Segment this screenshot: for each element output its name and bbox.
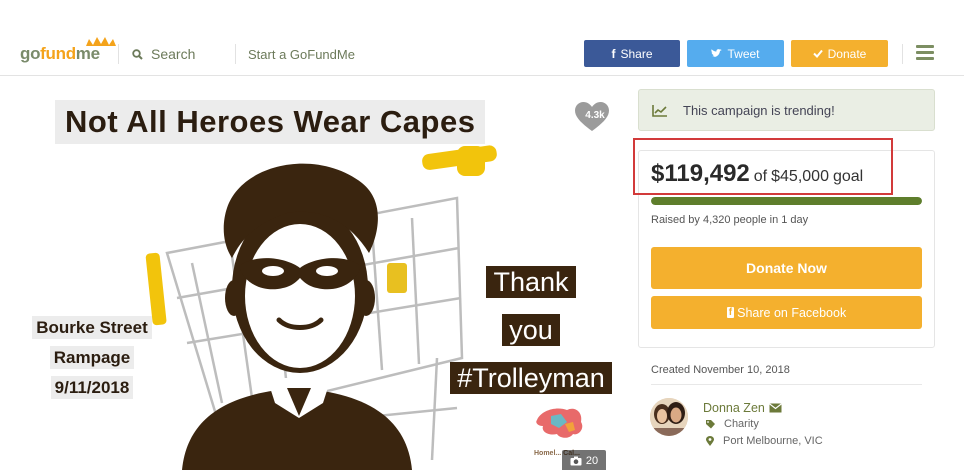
campaign-image[interactable]: Not All Heroes Wear Capes 4.3k Bourke St…	[17, 88, 625, 470]
start-gofundme-link[interactable]: Start a GoFundMe	[248, 47, 355, 62]
facebook-icon: f	[611, 46, 616, 61]
organizer-name: Donna Zen	[703, 401, 765, 415]
organizer-name-link[interactable]: Donna Zen	[703, 401, 782, 415]
thank-line: #Trolleyman	[450, 362, 612, 394]
header-divider	[235, 44, 236, 64]
twitter-icon	[711, 49, 723, 57]
bourke-street-caption: Bourke Street Rampage 9/11/2018	[27, 313, 157, 403]
header-divider	[902, 44, 903, 64]
highlight-box	[633, 138, 893, 195]
category-row[interactable]: Charity	[706, 418, 759, 430]
top-navigation-bar: gofundme Search Start a GoFundMe f Share…	[0, 30, 964, 76]
camera-icon	[570, 456, 582, 466]
caption-line: 9/11/2018	[50, 376, 134, 399]
location-row: Port Melbourne, VIC	[706, 435, 823, 447]
donate-header-button[interactable]: Donate	[791, 40, 888, 67]
location-pin-icon	[706, 436, 714, 446]
trending-chart-icon	[652, 104, 667, 117]
tweet-button[interactable]: Tweet	[687, 40, 784, 67]
progress-bar-fill	[651, 197, 922, 205]
raised-by-text: Raised by 4,320 people in 1 day	[651, 214, 809, 226]
thank-you-caption: Thank you #Trolleyman	[431, 258, 625, 402]
photo-count: 20	[585, 455, 599, 467]
hamburger-menu-icon[interactable]	[916, 45, 934, 63]
share-on-facebook-label: Share on Facebook	[737, 305, 847, 320]
tweet-label: Tweet	[727, 46, 760, 61]
logo-go: go	[20, 44, 41, 63]
header-divider	[118, 44, 119, 64]
location-label: Port Melbourne, VIC	[723, 435, 823, 447]
check-icon	[812, 49, 823, 58]
search-label: Search	[151, 46, 196, 62]
charity-logo	[536, 408, 583, 438]
avatar-photo	[650, 398, 688, 436]
heart-count: 4.3k	[585, 110, 605, 121]
email-icon[interactable]	[768, 403, 782, 413]
sidebar-divider	[651, 384, 922, 385]
search-link[interactable]: Search	[132, 46, 195, 62]
campaign-image-title: Not All Heroes Wear Capes	[55, 100, 486, 144]
thank-line: you	[502, 314, 560, 346]
caption-line: Rampage	[49, 346, 135, 369]
share-on-facebook-button[interactable]: f Share on Facebook	[651, 296, 922, 329]
trending-banner: This campaign is trending!	[638, 89, 935, 131]
organizer-avatar[interactable]	[650, 398, 688, 436]
search-icon	[132, 48, 143, 60]
tag-icon	[706, 419, 715, 428]
photo-count-badge[interactable]: 20	[562, 450, 606, 470]
donate-now-button[interactable]: Donate Now	[651, 247, 922, 289]
share-facebook-button[interactable]: f Share	[584, 40, 680, 67]
facebook-icon: f	[726, 307, 735, 318]
gofundme-logo[interactable]: gofundme	[20, 37, 116, 64]
thank-line: Thank	[486, 266, 576, 298]
created-date: Created November 10, 2018	[651, 364, 790, 376]
trending-text: This campaign is trending!	[683, 102, 835, 118]
category-label: Charity	[724, 418, 759, 430]
logo-crown-icon	[86, 37, 116, 46]
share-label: Share	[620, 46, 653, 61]
donate-label: Donate	[827, 46, 867, 61]
progress-bar	[651, 197, 922, 205]
caption-line: Bourke Street	[32, 316, 152, 339]
logo-fund: fund	[40, 44, 76, 63]
